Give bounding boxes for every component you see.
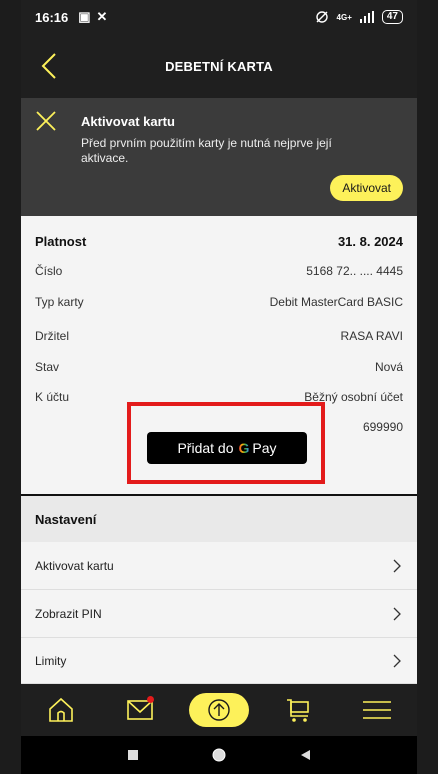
close-icon[interactable] (35, 110, 57, 132)
chevron-right-icon (393, 607, 401, 620)
detail-row-card-type: Typ karty Debit MasterCard BASIC (35, 291, 403, 313)
cart-icon (287, 699, 309, 722)
account-number: 699990 (363, 416, 403, 438)
signal-text: 4G+ (336, 12, 352, 22)
close-notification-icon: ✕ (96, 9, 108, 24)
setting-limits[interactable]: Limity (21, 638, 417, 684)
nav-messages[interactable] (110, 684, 170, 736)
banner-title: Aktivovat kartu (81, 114, 175, 129)
setting-label: Aktivovat kartu (35, 558, 114, 573)
detail-value: RASA RAVI (340, 329, 403, 343)
status-time: 16:16 (35, 9, 69, 25)
detail-label: Platnost (35, 233, 87, 249)
detail-row-validity: Platnost 31. 8. 2024 (35, 230, 403, 252)
settings-heading: Nastavení (21, 496, 417, 542)
alarm-off-icon (315, 11, 328, 23)
nav-home[interactable] (31, 684, 91, 736)
unread-badge (146, 696, 154, 703)
signal-icon (359, 11, 374, 23)
home-circle-icon[interactable] (211, 747, 227, 763)
detail-value: Nová (374, 360, 403, 374)
app-header: DEBETNÍ KARTA (21, 34, 417, 98)
setting-show-pin[interactable]: Zobrazit PIN (21, 590, 417, 638)
status-bar: 16:16 ▣ ✕ 4G+ 47 (21, 0, 417, 34)
chevron-right-icon (393, 654, 401, 667)
activate-button[interactable]: Aktivovat (330, 175, 403, 201)
status-right: 4G+ 47 (315, 10, 403, 24)
detail-value: Debit MasterCard BASIC (269, 295, 403, 309)
send-payment-button[interactable] (188, 693, 249, 727)
card-details: Platnost 31. 8. 2024 Číslo 5168 72.. ...… (21, 216, 417, 494)
activation-banner: Aktivovat kartu Před prvním použitím kar… (21, 98, 417, 216)
detail-label: Typ karty (35, 295, 84, 309)
back-arrow-icon[interactable] (35, 48, 65, 84)
detail-row-holder: Držitel RASA RAVI (35, 325, 403, 347)
gpay-prefix: Přidat do (177, 440, 234, 456)
nav-shop[interactable] (268, 684, 328, 736)
battery-icon: 47 (381, 10, 403, 24)
page-title: DEBETNÍ KARTA (165, 58, 273, 74)
google-g-icon: G (238, 440, 250, 456)
add-to-gpay-button[interactable]: Přidat do G Pay (147, 432, 307, 464)
arrow-up-circle-icon (208, 699, 230, 721)
gpay-highlight-box: Přidat do G Pay (127, 402, 325, 484)
detail-row-state: Stav Nová (35, 356, 403, 378)
android-navigation-bar (21, 736, 417, 774)
nav-menu[interactable] (347, 684, 407, 736)
detail-value: 5168 72.. .... 4445 (306, 264, 403, 278)
account-number-value: 699990 (362, 420, 403, 434)
banner-text: Před prvním použitím karty je nutná nejp… (81, 136, 332, 165)
detail-row-number: Číslo 5168 72.. .... 4445 (35, 260, 403, 282)
back-triangle-icon[interactable] (299, 749, 311, 761)
phone-screen: 16:16 ▣ ✕ 4G+ 47 DEBETNÍ KARTA Aktivovat… (21, 0, 417, 774)
nav-payment[interactable] (188, 684, 249, 736)
hamburger-menu-icon (363, 701, 392, 719)
bottom-navigation (21, 684, 417, 736)
detail-value: 31. 8. 2024 (337, 233, 403, 249)
detail-label: Držitel (35, 329, 70, 343)
detail-label: Stav (35, 360, 60, 374)
notification-icon: ▣ (78, 9, 91, 24)
setting-label: Zobrazit PIN (35, 606, 102, 621)
recents-square-icon[interactable] (127, 749, 139, 761)
detail-label: Číslo (35, 264, 63, 278)
setting-label: Limity (35, 653, 67, 668)
chevron-right-icon (393, 559, 401, 572)
detail-label: K účtu (35, 390, 70, 404)
home-icon (48, 697, 73, 722)
gpay-pay: Pay (252, 440, 277, 456)
setting-activate-card[interactable]: Aktivovat kartu (21, 542, 417, 590)
